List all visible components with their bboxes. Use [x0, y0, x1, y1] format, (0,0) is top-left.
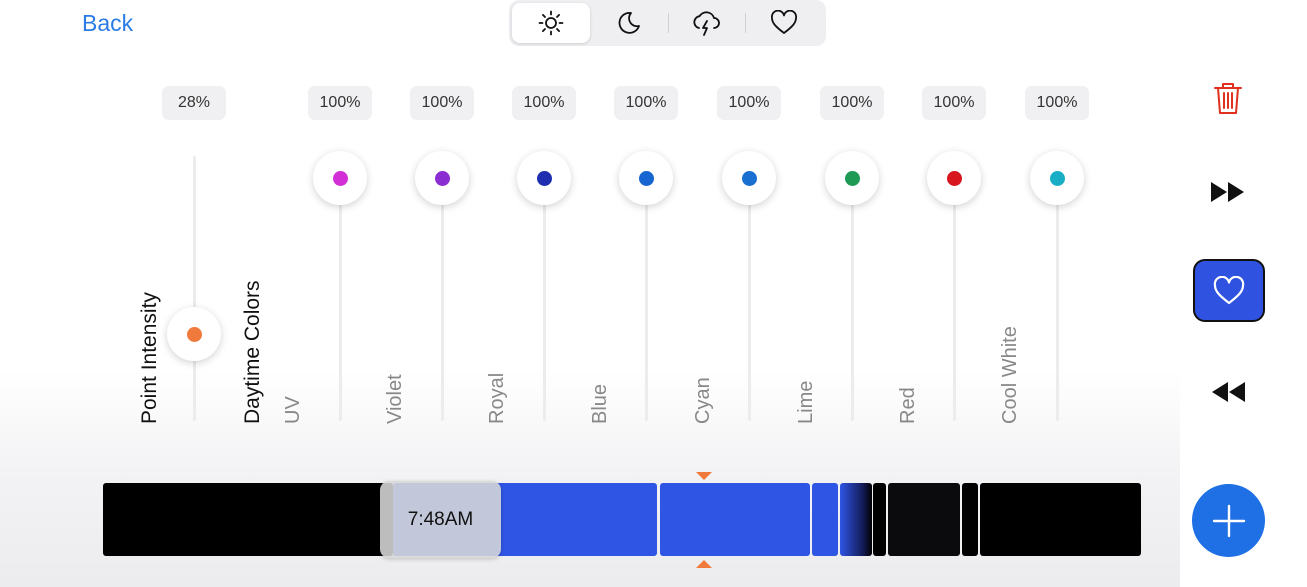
timeline-segment[interactable] — [812, 483, 838, 556]
rewind-button[interactable] — [1206, 375, 1250, 409]
channel-value-badge: 100% — [922, 86, 986, 120]
channel-label-royal: Royal — [486, 372, 508, 424]
channel-label-red: Red — [897, 387, 919, 424]
channel-slider-knob[interactable] — [619, 151, 673, 205]
mode-tab-storm[interactable] — [667, 3, 746, 43]
trash-icon — [1214, 83, 1242, 114]
timeline-marker-top — [696, 472, 712, 480]
channel-color-dot — [946, 170, 962, 186]
channel-slider-track[interactable] — [441, 178, 444, 421]
timeline-segment[interactable] — [962, 483, 978, 556]
favorite-button[interactable] — [1193, 259, 1265, 322]
channel-color-dot — [434, 170, 450, 186]
channel-slider-track[interactable] — [953, 178, 956, 421]
intensity-slider-track[interactable] — [193, 156, 196, 421]
storm-icon — [693, 11, 721, 36]
channel-slider-track[interactable] — [645, 178, 648, 421]
fast-forward-icon — [1211, 182, 1244, 202]
channel-value-badge: 100% — [512, 86, 576, 120]
channel-slider-knob[interactable] — [722, 151, 776, 205]
channel-slider-knob[interactable] — [313, 151, 367, 205]
channel-value-badge: 100% — [1025, 86, 1089, 120]
schedule-timeline[interactable] — [103, 483, 1141, 556]
heart-icon — [1213, 275, 1245, 304]
channel-slider-track[interactable] — [851, 178, 854, 421]
heart-icon — [771, 10, 798, 34]
intensity-color-dot — [186, 326, 202, 342]
channel-color-dot — [638, 170, 654, 186]
channel-slider-knob[interactable] — [927, 151, 981, 205]
channel-label-lime: Lime — [795, 380, 817, 424]
timeline-segment[interactable] — [873, 483, 886, 556]
delete-button[interactable] — [1206, 78, 1250, 118]
timeline-segment[interactable] — [103, 483, 393, 556]
channel-label-violet: Violet — [384, 374, 406, 424]
sun-icon — [538, 10, 564, 36]
rewind-icon — [1212, 382, 1245, 402]
channel-value-badge: 100% — [717, 86, 781, 120]
colors-heading: Daytime Colors — [241, 280, 264, 424]
channel-value-badge: 100% — [308, 86, 372, 120]
channel-value-badge: 100% — [820, 86, 884, 120]
channel-slider-knob[interactable] — [517, 151, 571, 205]
mode-tab-night[interactable] — [590, 3, 668, 43]
fast-forward-button[interactable] — [1206, 175, 1250, 209]
channel-slider-track[interactable] — [1056, 178, 1059, 421]
channel-slider-track[interactable] — [339, 178, 342, 421]
mode-selector — [509, 0, 826, 46]
current-time-indicator[interactable]: 7:48AM — [380, 481, 501, 558]
channel-slider-knob[interactable] — [415, 151, 469, 205]
timeline-marker-bottom — [696, 560, 712, 568]
add-button[interactable] — [1192, 484, 1265, 557]
channel-slider-track[interactable] — [748, 178, 751, 421]
back-button[interactable]: Back — [82, 10, 133, 37]
plus-icon — [1212, 504, 1245, 537]
channel-label-blue: Blue — [589, 383, 611, 424]
channel-value-badge: 100% — [410, 86, 474, 120]
mode-tab-day[interactable] — [512, 3, 590, 43]
channel-label-cyan: Cyan — [692, 377, 714, 424]
timeline-segment[interactable] — [980, 483, 1141, 556]
intensity-slider-knob[interactable] — [167, 307, 221, 361]
channel-label-uv: UV — [282, 396, 304, 424]
channel-slider-knob[interactable] — [1030, 151, 1084, 205]
moon-icon — [618, 12, 640, 34]
timeline-segment[interactable] — [660, 483, 810, 556]
mode-tab-favorite[interactable] — [745, 3, 823, 43]
timeline-segment[interactable] — [888, 483, 960, 556]
timeline-segment[interactable] — [840, 483, 872, 556]
channel-slider-track[interactable] — [543, 178, 546, 421]
channel-color-dot — [1049, 170, 1065, 186]
channel-color-dot — [536, 170, 552, 186]
channel-color-dot — [741, 170, 757, 186]
intensity-label: Point Intensity — [138, 292, 161, 424]
channel-value-badge: 100% — [614, 86, 678, 120]
intensity-value-badge: 28% — [162, 86, 226, 120]
channel-color-dot — [844, 170, 860, 186]
channel-color-dot — [332, 170, 348, 186]
channel-slider-knob[interactable] — [825, 151, 879, 205]
channel-label-cool-white: Cool White — [999, 326, 1021, 424]
